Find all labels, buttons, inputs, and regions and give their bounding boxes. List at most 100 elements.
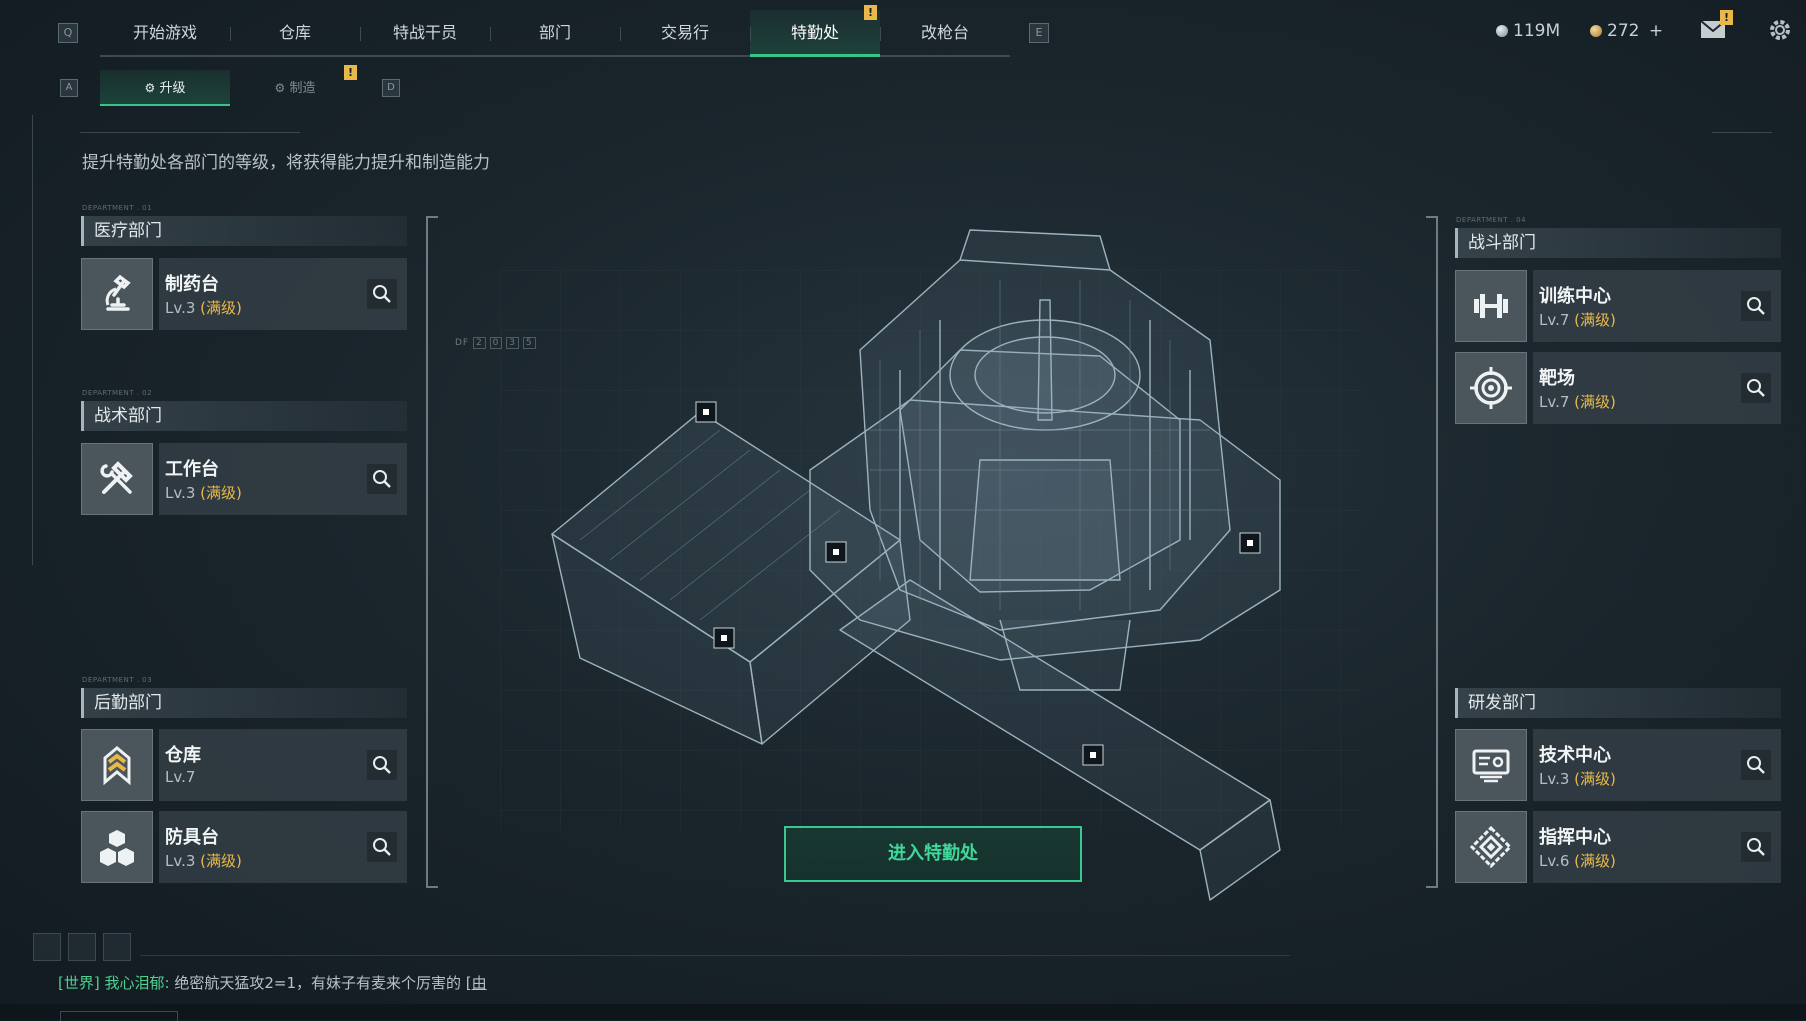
subtab-craft[interactable]: ⚙ 制造 [230, 70, 360, 106]
mail-alert-badge: ! [1720, 10, 1733, 25]
facility-name: 防具台 [165, 827, 219, 848]
facility-info: 防具台 Lv.3 (满级) [159, 811, 407, 883]
silver-amount: 119M [1513, 21, 1561, 41]
search-icon[interactable] [1741, 373, 1771, 403]
chat-divider [140, 955, 1290, 956]
subnav-prev-key[interactable]: A [60, 79, 78, 97]
base-wireframe-model [500, 229, 1360, 901]
facility-card-command-center[interactable]: 指挥中心 Lv.6 (满级) [1455, 811, 1781, 883]
facility-card-tech-center[interactable]: 技术中心 Lv.3 (满级) [1455, 729, 1781, 801]
subtab-upgrade-label: 升级 [159, 81, 186, 96]
search-icon[interactable] [367, 832, 397, 862]
craft-icon: ⚙ [274, 81, 286, 95]
bottom-bar [0, 1004, 1806, 1020]
tab-gunsmith[interactable]: 改枪台 [880, 10, 1010, 55]
dept-header-research: 研发部门 [1455, 688, 1781, 718]
chat-channel: [世界] [58, 974, 100, 992]
enter-special-ops-button[interactable]: 进入特勤处 [784, 826, 1082, 882]
subtab-upgrade[interactable]: ⚙ 升级 [100, 70, 230, 106]
facility-card-armor-bench[interactable]: 防具台 Lv.3 (满级) [81, 811, 407, 883]
gold-coin-icon [1590, 25, 1602, 37]
facility-card-training-center[interactable]: 训练中心 Lv.7 (满级) [1455, 270, 1781, 342]
nav-next-key[interactable]: E [1029, 23, 1049, 43]
facility-level: Lv.7 (满级) [1539, 311, 1616, 329]
search-icon[interactable] [1741, 291, 1771, 321]
nav-prev-key[interactable]: Q [58, 23, 78, 43]
subtab-craft-label: 制造 [289, 81, 316, 96]
facility-level: Lv.6 (满级) [1539, 852, 1616, 870]
facility-card-workbench[interactable]: 工作台 Lv.3 (满级) [81, 443, 407, 515]
sub-nav: ⚙ 升级 ⚙ 制造 [100, 70, 360, 106]
facility-name: 工作台 [165, 459, 219, 480]
facility-name: 训练中心 [1539, 286, 1611, 307]
subnav-next-key[interactable]: D [382, 79, 400, 97]
frame-line-left [32, 115, 33, 565]
facility-card-warehouse[interactable]: 仓库 Lv.7 [81, 729, 407, 801]
facility-info: 技术中心 Lv.3 (满级) [1533, 729, 1781, 801]
dept-header-medical: 医疗部门 [81, 216, 407, 246]
tab-warehouse[interactable]: 仓库 [230, 10, 360, 55]
hammer-wrench-icon [81, 443, 153, 515]
chat-sender[interactable]: 我心泪郁: [105, 974, 170, 992]
tech-panel-icon [1455, 729, 1527, 801]
upgrade-icon: ⚙ [144, 81, 156, 95]
silver-coin-icon [1496, 25, 1508, 37]
command-diamond-icon [1455, 811, 1527, 883]
settings-gear-icon[interactable] [1767, 17, 1793, 43]
tab-trade[interactable]: 交易行 [620, 10, 750, 55]
chat-slot[interactable] [68, 933, 96, 961]
dept-tag-logistics: DEPARTMENT . 03 [82, 676, 153, 684]
dept-tag-combat: DEPARTMENT . 04 [1456, 216, 1527, 224]
facility-level: Lv.3 (满级) [1539, 770, 1616, 788]
facility-card-shooting-range[interactable]: 靶场 Lv.7 (满级) [1455, 352, 1781, 424]
facility-info: 仓库 Lv.7 [159, 729, 407, 801]
gold-currency[interactable]: 272 + [1590, 21, 1663, 41]
microscope-icon [81, 258, 153, 330]
target-icon [1455, 352, 1527, 424]
facility-name: 仓库 [165, 745, 201, 766]
facility-name: 指挥中心 [1539, 827, 1611, 848]
facility-info: 工作台 Lv.3 (满级) [159, 443, 407, 515]
search-icon[interactable] [1741, 832, 1771, 862]
facility-info: 制药台 Lv.3 (满级) [159, 258, 407, 330]
chat-message[interactable]: [世界] 我心泪郁: 绝密航天猛攻2=1，有妹子有麦来个厉害的 [由 [58, 972, 487, 993]
tab-start-game[interactable]: 开始游戏 [100, 10, 230, 55]
chat-text: 绝密航天猛攻2=1，有妹子有麦来个厉害的 [174, 974, 462, 992]
facility-name: 技术中心 [1539, 745, 1611, 766]
right-frame-bracket [1426, 216, 1438, 888]
facility-level: Lv.7 (满级) [1539, 393, 1616, 411]
add-gold-button[interactable]: + [1649, 21, 1663, 41]
frame-line-right [1712, 132, 1772, 133]
search-icon[interactable] [367, 750, 397, 780]
search-icon[interactable] [367, 464, 397, 494]
facility-card-pharmacy[interactable]: 制药台 Lv.3 (满级) [81, 258, 407, 330]
gold-amount: 272 [1607, 21, 1640, 41]
chat-link[interactable]: [由 [466, 974, 487, 992]
facility-level: Lv.3 (满级) [165, 299, 242, 317]
tab-special-ops[interactable]: 特勤处 [750, 10, 880, 57]
craft-alert-badge: ! [344, 65, 357, 80]
chat-slot[interactable] [103, 933, 131, 961]
chevron-rank-icon [81, 729, 153, 801]
search-icon[interactable] [1741, 750, 1771, 780]
df-code-readout: DF 2 0 3 5 [455, 337, 536, 349]
dept-header-tactical: 战术部门 [81, 401, 407, 431]
dept-header-combat: 战斗部门 [1455, 228, 1781, 258]
tab-department[interactable]: 部门 [490, 10, 620, 55]
search-icon[interactable] [367, 279, 397, 309]
facility-level: Lv.3 (满级) [165, 484, 242, 502]
armor-blocks-icon [81, 811, 153, 883]
dumbbell-icon [1455, 270, 1527, 342]
frame-line-top [80, 132, 300, 133]
chat-slot[interactable] [33, 933, 61, 961]
special-ops-alert-badge: ! [864, 5, 877, 20]
facility-name: 制药台 [165, 274, 219, 295]
tab-operators[interactable]: 特战干员 [360, 10, 490, 55]
dept-tag-medical: DEPARTMENT . 01 [82, 204, 153, 212]
silver-currency: 119M [1496, 21, 1560, 41]
facility-name: 靶场 [1539, 368, 1575, 389]
facility-info: 指挥中心 Lv.6 (满级) [1533, 811, 1781, 883]
left-frame-bracket [426, 216, 438, 888]
facility-level: Lv.7 [165, 768, 196, 786]
page-description: 提升特勤处各部门的等级，将获得能力提升和制造能力 [82, 153, 490, 173]
